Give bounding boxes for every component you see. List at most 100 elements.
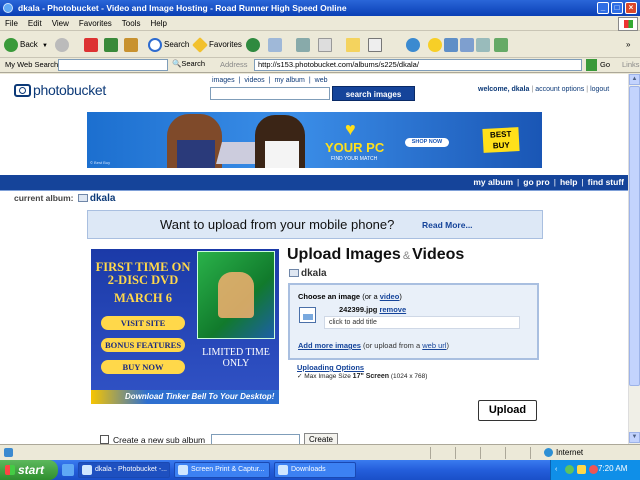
nav-go-pro[interactable]: go pro — [523, 177, 549, 187]
folder-icon — [289, 269, 299, 277]
vertical-scrollbar[interactable]: ▲ ▼ — [628, 74, 640, 444]
ad-shop-now-button[interactable]: SHOP NOW — [405, 138, 449, 147]
go-arrow-icon[interactable] — [586, 59, 597, 71]
image-title-input[interactable]: click to add title — [324, 316, 520, 329]
download-tinkerbell-link[interactable]: Download Tinker Bell To Your Desktop! — [91, 390, 279, 404]
websearch-button[interactable]: 🔍Search — [172, 59, 205, 68]
upload-panel: Choose an image (or a video) 242399.jpg … — [288, 283, 539, 360]
ad-line-march: MARCH 6 — [114, 291, 172, 305]
toolbar-menu-button[interactable]: » — [626, 36, 630, 54]
nav-find-stuff[interactable]: find stuff — [588, 177, 624, 187]
menu-favorites[interactable]: Favorites — [74, 16, 117, 31]
people-icon — [406, 37, 420, 52]
scroll-down-icon[interactable]: ▼ — [629, 432, 640, 443]
history-button[interactable] — [246, 36, 262, 54]
window-title: dkala - Photobucket - Video and Image Ho… — [18, 3, 347, 13]
display-icon — [460, 37, 474, 52]
link-images[interactable]: images — [212, 77, 235, 84]
remove-link[interactable]: remove — [379, 305, 406, 314]
file-name: 242399.jpg — [339, 305, 378, 314]
window-icon — [476, 37, 490, 52]
windows-flag-icon — [5, 465, 15, 475]
nav-help[interactable]: help — [560, 177, 577, 187]
smiley-button[interactable] — [428, 36, 444, 54]
menu-view[interactable]: View — [47, 16, 74, 31]
peter-pan-ad[interactable]: FIRST TIME ON 2-DISC DVD MARCH 6 VISIT S… — [91, 249, 279, 404]
messenger-button[interactable] — [368, 36, 384, 54]
print-button[interactable] — [296, 36, 312, 54]
user-links: welcome, dkala | account options | logout — [478, 86, 610, 93]
menu-file[interactable]: File — [0, 16, 23, 31]
read-more-link[interactable]: Read More... — [422, 220, 473, 230]
link-videos[interactable]: videos — [244, 77, 264, 84]
logout-link[interactable]: logout — [590, 86, 609, 93]
bestbuy-banner-ad[interactable]: ♥ YOUR PC FIND YOUR MATCH SHOP NOW BEST … — [87, 112, 542, 168]
people-button[interactable] — [406, 36, 422, 54]
site-search-input[interactable] — [210, 87, 330, 100]
current-album-name[interactable]: dkala — [90, 193, 116, 204]
tray-expand-icon[interactable]: ‹ — [555, 466, 557, 473]
mail-button[interactable] — [268, 36, 284, 54]
account-options-link[interactable]: account options — [535, 86, 584, 93]
window-title-bar[interactable]: dkala - Photobucket - Video and Image Ho… — [0, 0, 640, 16]
tool-button-3[interactable] — [476, 36, 492, 54]
web-url-link[interactable]: web url — [422, 341, 446, 350]
refresh-button[interactable] — [104, 36, 120, 54]
links-button[interactable]: Links — [622, 60, 640, 69]
uploading-options-link[interactable]: Uploading Options — [297, 363, 364, 372]
minimize-button[interactable]: _ — [597, 2, 609, 14]
go-button[interactable]: Go — [600, 60, 610, 69]
maximize-button[interactable]: □ — [611, 2, 623, 14]
task-photobucket[interactable]: dkala - Photobucket -... — [78, 462, 170, 478]
link-web[interactable]: web — [315, 77, 328, 84]
tray-security-icon[interactable] — [577, 465, 586, 474]
create-button[interactable]: Create — [304, 433, 338, 444]
internet-zone-icon — [544, 448, 553, 457]
forward-button[interactable] — [55, 36, 71, 54]
close-button[interactable]: × — [625, 2, 637, 14]
search-toolbar-button[interactable]: Search — [148, 36, 189, 54]
buy-now-button[interactable]: BUY NOW — [101, 360, 185, 374]
home-button[interactable] — [124, 36, 140, 54]
photobucket-logo[interactable]: photobucket — [14, 82, 106, 98]
ad-person-image-2 — [255, 115, 305, 168]
scroll-up-icon[interactable]: ▲ — [629, 74, 640, 85]
upload-button[interactable]: Upload — [478, 400, 537, 421]
search-images-button[interactable]: search images — [332, 86, 415, 101]
internet-zone-label: Internet — [556, 448, 584, 457]
task-screen-print[interactable]: Screen Print & Captur... — [174, 462, 270, 478]
menu-tools[interactable]: Tools — [117, 16, 146, 31]
sub-album-checkbox[interactable] — [100, 435, 109, 444]
add-more-images-link[interactable]: Add more images — [298, 341, 361, 350]
sub-album-row: Create a new sub album — [100, 435, 205, 444]
favorites-button[interactable]: Favorites — [192, 36, 242, 54]
websearch-input[interactable] — [58, 59, 168, 71]
task-downloads[interactable]: Downloads — [274, 462, 356, 478]
stop-icon — [84, 37, 98, 52]
back-button[interactable]: Back ▼ — [4, 36, 48, 54]
welcome-text: welcome, dkala — [478, 86, 530, 93]
tool-button-2[interactable] — [460, 36, 476, 54]
folder-button[interactable] — [346, 36, 362, 54]
link-my-album[interactable]: my album — [274, 77, 304, 84]
more-icon: » — [626, 40, 631, 49]
stop-button[interactable] — [84, 36, 100, 54]
menu-edit[interactable]: Edit — [23, 16, 47, 31]
tray-network-icon[interactable] — [565, 465, 574, 474]
scroll-thumb[interactable] — [629, 86, 640, 386]
menu-help[interactable]: Help — [145, 16, 171, 31]
tray-app-icon[interactable] — [589, 465, 598, 474]
address-input[interactable]: http://s153.photobucket.com/albums/s225/… — [254, 59, 582, 71]
tool-button-1[interactable] — [444, 36, 460, 54]
video-link[interactable]: video — [380, 292, 400, 301]
nav-my-album[interactable]: my album — [473, 177, 513, 187]
edit-button[interactable] — [318, 36, 334, 54]
folder-icon — [77, 194, 88, 202]
quicklaunch-ie-icon[interactable] — [62, 464, 74, 476]
start-button[interactable]: start — [0, 460, 58, 480]
sub-album-input[interactable] — [211, 434, 300, 444]
visit-site-button[interactable]: VISIT SITE — [101, 316, 185, 330]
bonus-features-button[interactable]: BONUS FEATURES — [101, 338, 185, 352]
tool-button-4[interactable] — [494, 36, 510, 54]
chevron-down-icon[interactable]: ▼ — [42, 43, 48, 49]
